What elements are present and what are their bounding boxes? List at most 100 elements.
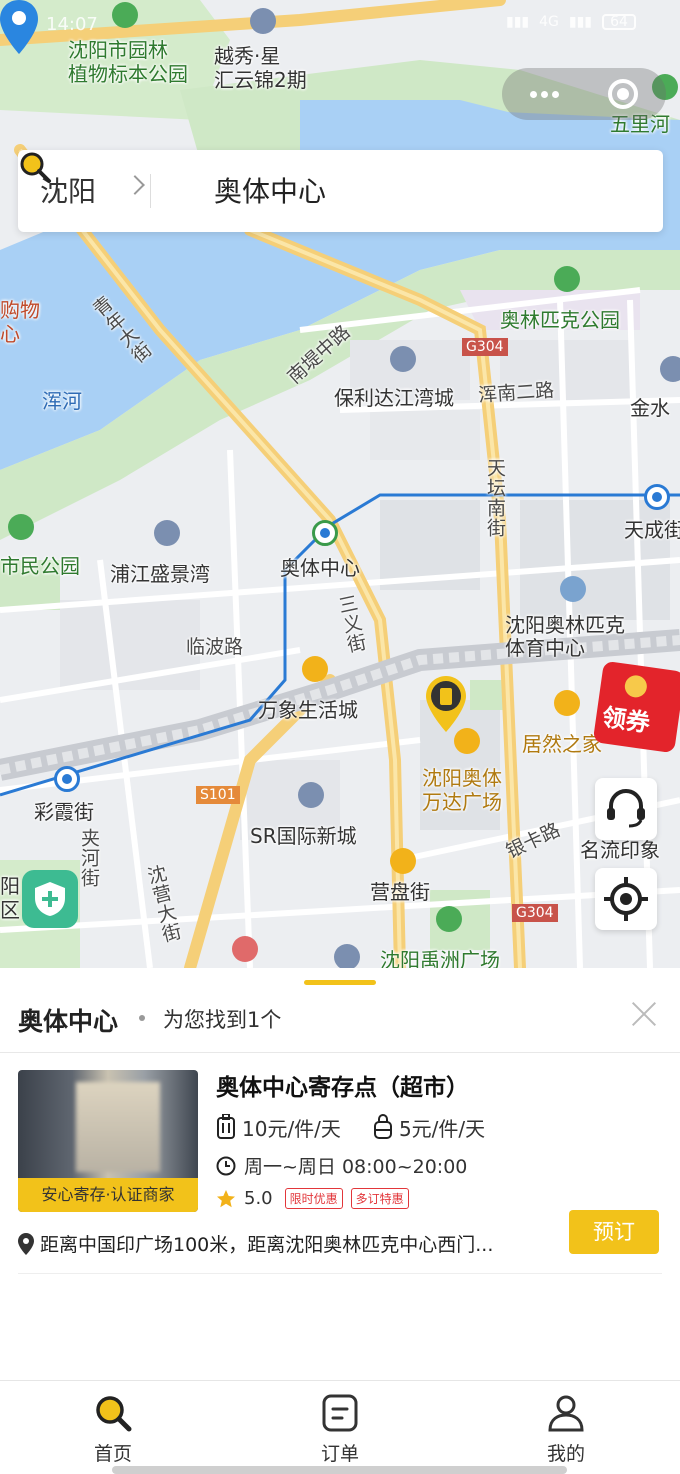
promo-tag: 多订特惠 [350, 1188, 409, 1209]
map-label-olympic-park: 奥林匹克公园 [500, 308, 620, 332]
park-icon [436, 906, 462, 932]
price-row: 10元/件/天 5元/件/天 [216, 1112, 517, 1142]
map-label-wanxiang: 万象生活城 [258, 698, 358, 722]
map-label-caixia: 彩霞街 [34, 800, 94, 824]
map-label-linbo: 临波路 [186, 636, 244, 658]
hours-row: 周一~周日 08:00~20:00 [216, 1152, 467, 1179]
stadium-icon [560, 576, 586, 602]
mall-icon [554, 690, 580, 716]
search-bar: 沈阳 奥体中心 [18, 150, 663, 232]
separator-dot [139, 1015, 145, 1021]
search-icon [20, 152, 51, 183]
hospital-icon [232, 936, 258, 962]
chevron-right-icon[interactable] [125, 175, 145, 195]
storage-marker-icon[interactable] [426, 676, 466, 732]
shield-icon [35, 882, 65, 916]
status-icons: ▮▮▮ 4G ▮▮▮ 64 [506, 14, 636, 30]
home-indicator[interactable] [112, 1466, 567, 1474]
store-photo [76, 1082, 160, 1172]
order-icon [322, 1394, 358, 1432]
safety-shield-button[interactable] [22, 870, 78, 928]
tab-label: 我的 [546, 1443, 585, 1465]
map-label-hunnan2: 浑南二路 [477, 379, 555, 407]
bag-icon [373, 1114, 392, 1139]
map-label-baoli: 保利达江湾城 [334, 386, 454, 410]
store-name[interactable]: 奥体中心寄存点（超市） [216, 1068, 469, 1102]
coupon-button[interactable]: 领券 [592, 660, 680, 754]
residence-icon [660, 356, 680, 382]
residence-icon [250, 8, 276, 34]
results-count: 为您找到1个 [163, 1008, 282, 1032]
map-label-park: 沈阳市园林 植物标本公园 [68, 38, 188, 86]
tab-profile[interactable]: 我的 [506, 1381, 626, 1474]
map-label-hunhe: 浑河 [42, 389, 82, 413]
book-button[interactable]: 预订 [569, 1210, 659, 1254]
road-badge-s101: S101 [196, 786, 240, 804]
certified-badge: 安心寄存·认证商家 [18, 1178, 198, 1212]
crosshair-icon [604, 877, 648, 921]
close-miniprogram-icon[interactable] [608, 79, 638, 109]
residence-icon [298, 782, 324, 808]
divider [18, 1273, 662, 1274]
metro-station-icon [644, 484, 670, 510]
map-label-pujiang: 浦江盛景湾 [110, 562, 210, 586]
road-badge-g304: G304 [462, 338, 508, 356]
clock-icon [216, 1156, 236, 1175]
map-label-juran: 居然之家 [522, 732, 602, 756]
map-label-aoti-station: 奥体中心 [280, 556, 360, 580]
mall-icon [302, 656, 328, 682]
status-time: 14:07 [46, 14, 98, 35]
map-label-yuzhou: 沈阳禹洲广场 [380, 948, 500, 968]
results-keyword: 奥体中心 [18, 1007, 119, 1036]
tab-label: 首页 [93, 1443, 132, 1465]
location-icon [18, 1232, 34, 1255]
store-thumbnail[interactable]: 安心寄存·认证商家 [18, 1070, 198, 1212]
store-card[interactable]: 安心寄存·认证商家 奥体中心寄存点（超市） 10元/件/天 5元/件/天 周一~… [0, 1064, 680, 1274]
map-label-jiahe: 夹河街 [78, 828, 100, 888]
map-label-tiantan: 天坛南街 [484, 458, 506, 538]
map-label-left-district: 阳 区 [0, 874, 20, 922]
map-label-yuexiu: 越秀·星 汇云锦2期 [214, 44, 307, 92]
transfer-station-icon [312, 520, 338, 546]
map-view[interactable]: 14:07 ▮▮▮ 4G ▮▮▮ 64 沈阳市园林 植物标本公园 越秀·星 汇云… [0, 0, 680, 968]
map-label-yingpan: 营盘街 [370, 880, 430, 904]
residence-icon [390, 346, 416, 372]
map-label-sr: SR国际新城 [250, 824, 357, 848]
price-small-bag: 5元/件/天 [398, 1116, 486, 1141]
price-large-luggage: 10元/件/天 [242, 1116, 341, 1141]
search-input[interactable]: 奥体中心 [214, 170, 326, 210]
results-sheet: 奥体中心 为您找到1个 安心寄存·认证商家 奥体中心寄存点（超市） 10元/件/… [0, 968, 680, 1380]
map-label-shimin: 市民公园 [0, 554, 80, 578]
residence-icon [334, 944, 360, 968]
user-icon [548, 1395, 584, 1432]
bottom-tab-bar: 首页 订单 我的 [0, 1380, 680, 1474]
customer-service-button[interactable] [595, 778, 657, 840]
tab-orders[interactable]: 订单 [280, 1381, 400, 1474]
tab-home[interactable]: 首页 [53, 1381, 173, 1474]
rating-row: 5.0 限时优惠 多订特惠 [216, 1188, 417, 1209]
locate-me-button[interactable] [595, 868, 657, 930]
star-icon [217, 1189, 235, 1207]
business-hours: 周一~周日 08:00~20:00 [244, 1156, 468, 1178]
divider [0, 1052, 680, 1053]
bus-stop-icon [390, 848, 416, 874]
close-icon[interactable] [628, 998, 660, 1030]
more-menu-button[interactable] [522, 80, 566, 108]
address-row: 距离中国印广场100米，距离沈阳奥林匹克中心西门... [18, 1230, 548, 1257]
store-address: 距离中国印广场100米，距离沈阳奥林匹克中心西门... [40, 1234, 494, 1256]
drag-handle[interactable] [304, 980, 376, 985]
promo-tag: 限时优惠 [284, 1188, 343, 1209]
signal-icon: ▮▮▮ [505, 14, 530, 30]
map-label-tiancheng: 天成街 [624, 518, 680, 542]
headset-icon [607, 789, 645, 828]
road-badge-g304-south: G304 [512, 904, 558, 922]
luggage-icon [217, 1114, 235, 1139]
network-type: 4G [539, 14, 559, 30]
park-icon [112, 2, 138, 28]
search-icon [96, 1396, 132, 1432]
location-pin-icon[interactable] [0, 0, 38, 54]
coupon-label: 领券 [600, 703, 652, 738]
battery-icon: 64 [602, 14, 636, 30]
rating-score: 5.0 [244, 1188, 273, 1209]
residence-icon [154, 520, 180, 546]
